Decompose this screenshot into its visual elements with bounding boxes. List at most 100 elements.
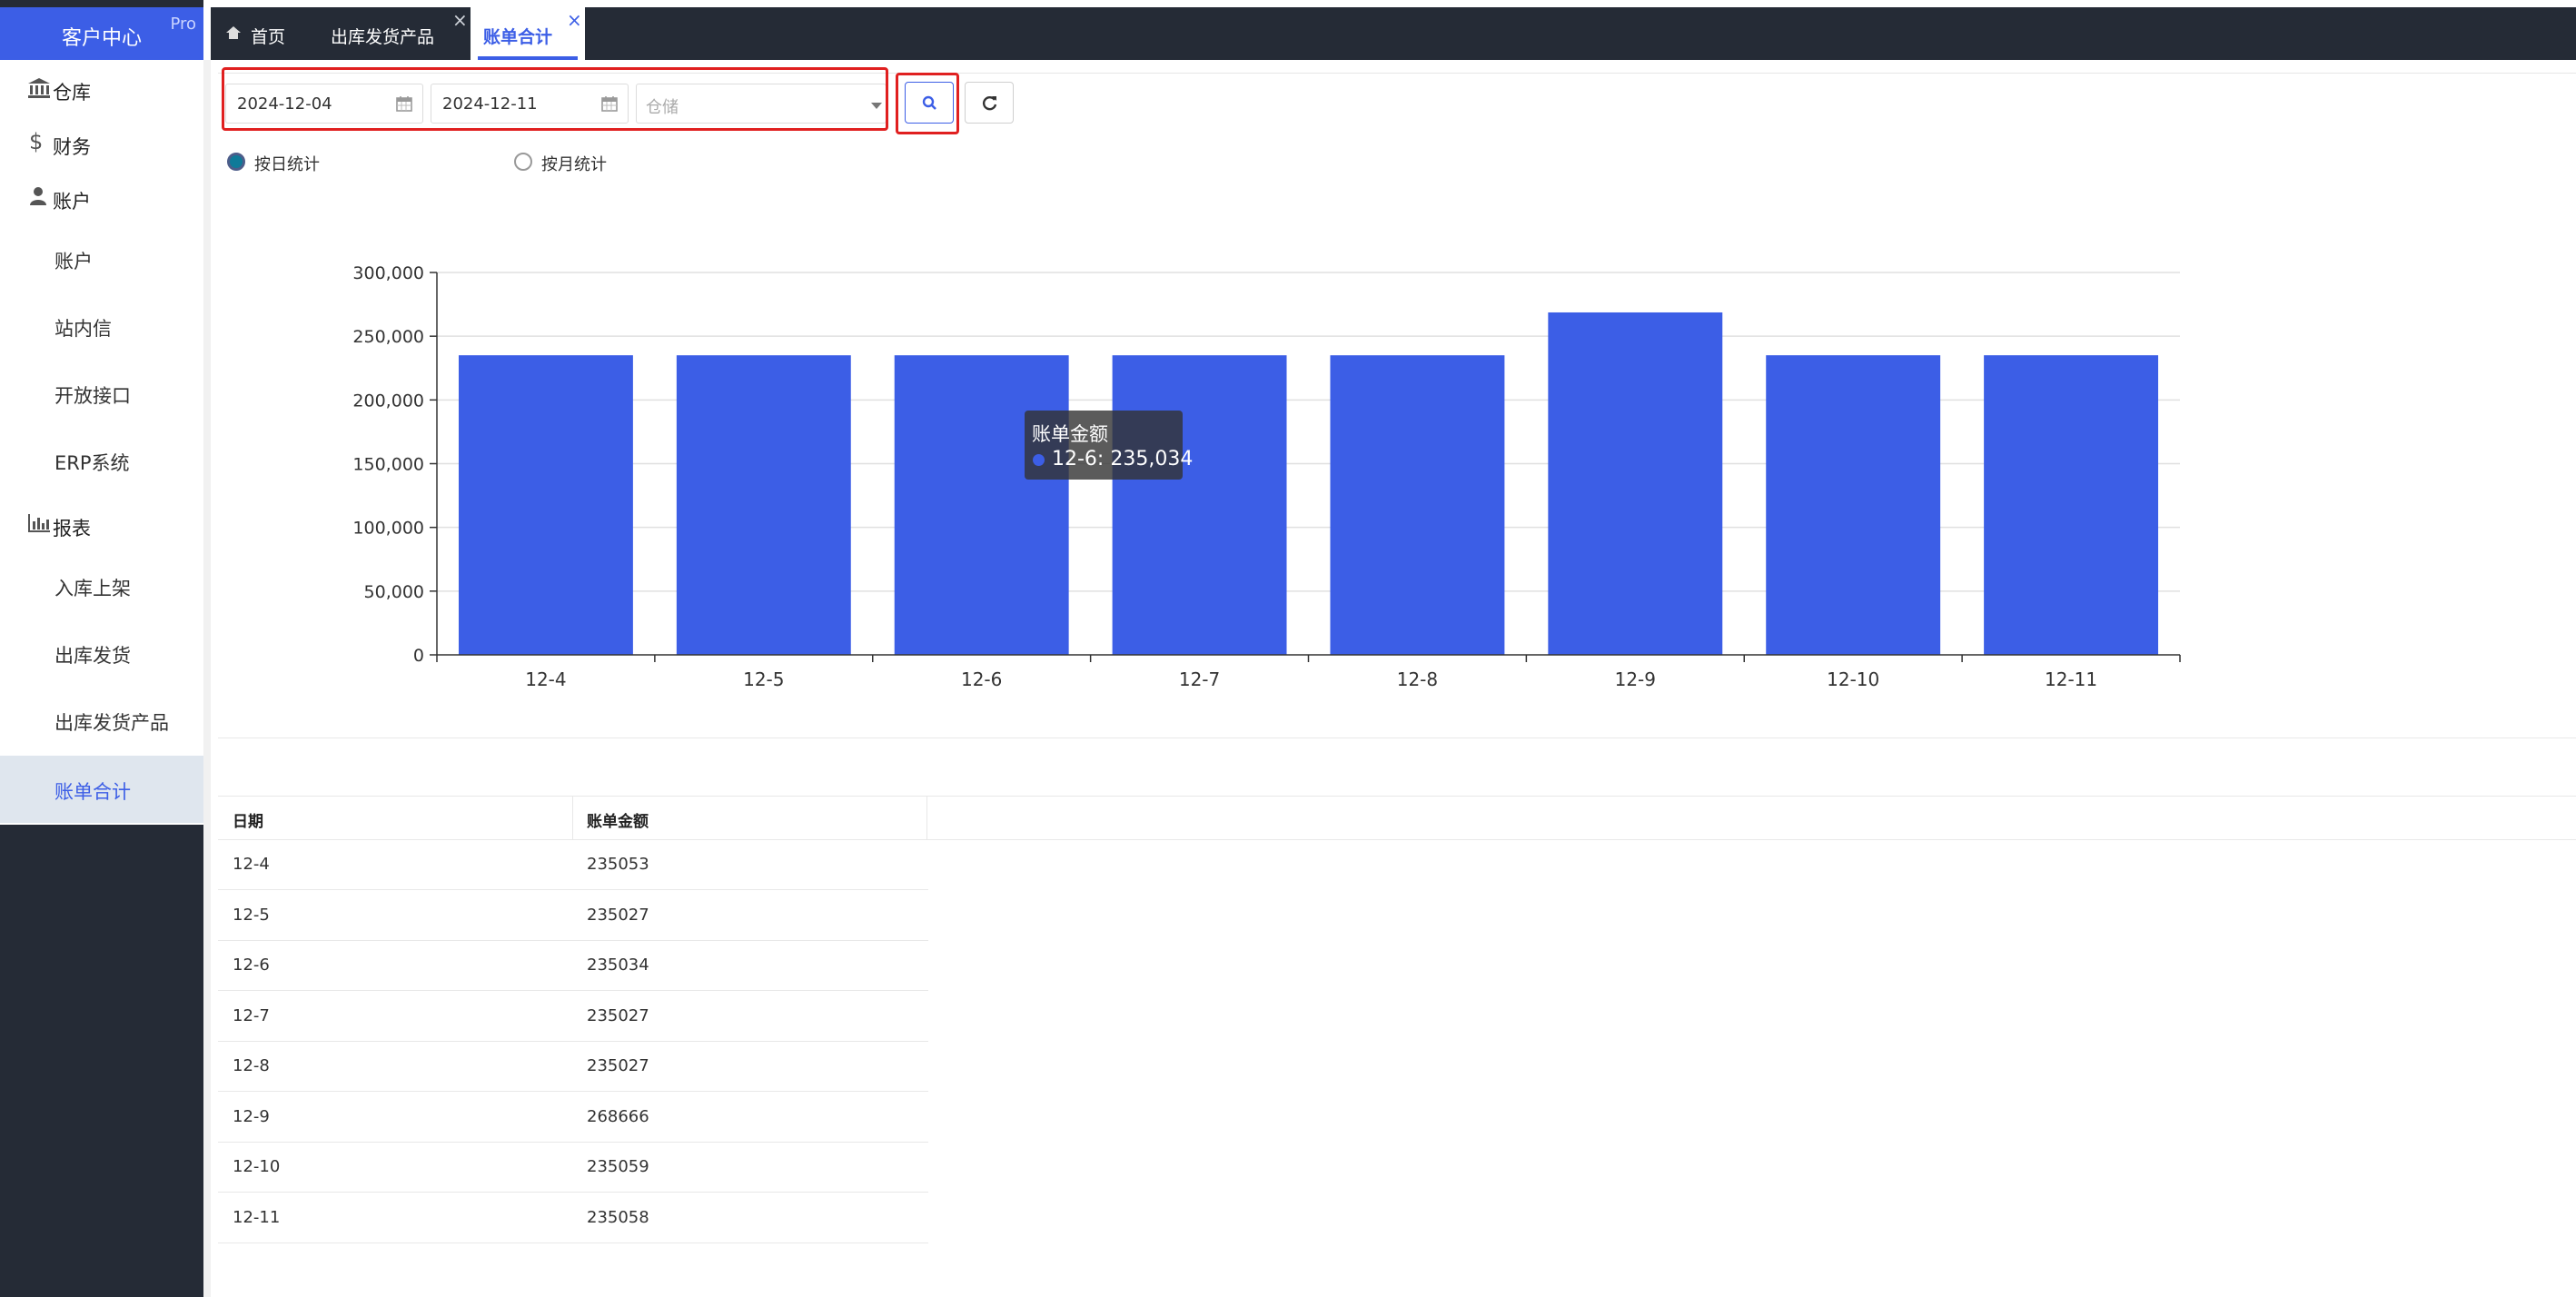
table-row[interactable]: 12-10 235059	[218, 1142, 928, 1193]
x-tick-label: 12-4	[525, 668, 566, 690]
search-highlight-box	[896, 73, 959, 134]
close-icon[interactable]: ×	[567, 9, 582, 31]
table-header-amount[interactable]: 账单金额	[572, 796, 926, 839]
sidebar-item-label: 出库发货产品	[54, 712, 169, 734]
cell-amount: 235053	[587, 855, 649, 874]
sidebar: 客户中心 Pro 仓库 $ 财务 账户 账户 站内信 开放接口 ERP系统 报表…	[0, 0, 203, 1297]
sidebar-item-open-api[interactable]: 开放接口	[0, 360, 203, 427]
filter-highlight-box	[222, 67, 888, 131]
table-row[interactable]: 12-5 235027	[218, 890, 928, 941]
tab-label: 首页	[251, 27, 286, 47]
cell-amount: 268666	[587, 1106, 649, 1126]
app-logo[interactable]: 客户中心 Pro	[0, 7, 203, 60]
bar	[1984, 355, 2159, 655]
table-row[interactable]: 12-7 235027	[218, 991, 928, 1042]
radio-label: 按日统计	[254, 155, 320, 174]
y-tick-label: 50,000	[364, 582, 424, 602]
cell-amount: 235027	[587, 905, 649, 925]
sidebar-item-erp[interactable]: ERP系统	[0, 427, 203, 494]
sidebar-item-messages[interactable]: 站内信	[0, 292, 203, 360]
sidebar-group-warehouse[interactable]: 仓库	[0, 64, 203, 114]
table-row[interactable]: 12-9 268666	[218, 1092, 928, 1143]
sidebar-item-inbound[interactable]: 入库上架	[0, 552, 203, 619]
bar	[1330, 355, 1505, 655]
sidebar-item-outbound[interactable]: 出库发货	[0, 619, 203, 687]
cell-date: 12-7	[233, 1005, 270, 1025]
sidebar-item-account[interactable]: 账户	[0, 225, 203, 292]
cell-date: 12-9	[233, 1106, 270, 1126]
close-icon[interactable]: ×	[452, 9, 468, 31]
radio-dot	[514, 153, 532, 171]
sidebar-item-label: 站内信	[54, 318, 112, 340]
sidebar-item-outbound-products[interactable]: 出库发货产品	[0, 687, 203, 754]
user-icon	[30, 187, 46, 205]
refresh-icon	[982, 95, 997, 111]
sidebar-item-label: 账户	[54, 251, 93, 272]
series-dot	[1033, 454, 1045, 466]
radio-daily[interactable]: 按日统计	[227, 151, 409, 176]
sidebar-group-label: 财务	[53, 136, 91, 158]
sidebar-group-label: 账户	[53, 191, 91, 213]
active-tab-indicator	[478, 56, 578, 60]
cell-date: 12-11	[233, 1207, 281, 1227]
x-tick-label: 12-6	[961, 668, 1002, 690]
y-tick-label: 250,000	[352, 327, 424, 347]
y-tick-label: 150,000	[352, 455, 424, 475]
table-row[interactable]: 12-11 235058	[218, 1193, 928, 1243]
radio-dot	[227, 153, 245, 171]
header-label: 日期	[233, 813, 263, 831]
pro-badge: Pro	[170, 15, 196, 34]
sidebar-item-label: 出库发货	[54, 645, 131, 667]
radio-monthly[interactable]: 按月统计	[514, 151, 696, 176]
sidebar-item-label: 账单合计	[54, 781, 131, 803]
tooltip-value: 12-6: 235,034	[1052, 448, 1194, 470]
sidebar-scrollbar[interactable]	[203, 60, 211, 1297]
cell-date: 12-10	[233, 1157, 281, 1176]
cell-date: 12-5	[233, 905, 270, 925]
tab-home[interactable]: 首页	[223, 7, 323, 60]
x-tick-label: 12-7	[1179, 668, 1220, 690]
refresh-button[interactable]	[965, 82, 1014, 124]
chart-tooltip: 账单金额 12-6: 235,034	[1025, 411, 1193, 480]
x-tick-label: 12-5	[743, 668, 784, 690]
table-row[interactable]: 12-8 235027	[218, 1041, 928, 1092]
sidebar-group-reports[interactable]: 报表	[0, 500, 203, 550]
sidebar-item-bill-total[interactable]: 账单合计	[0, 756, 203, 823]
sidebar-group-finance[interactable]: $ 财务	[0, 118, 203, 169]
sidebar-item-label: ERP系统	[54, 452, 130, 474]
x-tick-label: 12-10	[1827, 668, 1879, 690]
bill-amount-bar-chart: 0 50,000 100,000 150,000 200,000 250,000 300,0…	[352, 263, 2181, 690]
x-tick-label: 12-11	[2045, 668, 2097, 690]
tab-bill-total[interactable]: 账单合计 ×	[471, 7, 585, 60]
sidebar-group-label: 仓库	[53, 82, 91, 104]
table-row[interactable]: 12-6 235034	[218, 940, 928, 991]
y-tick-label: 200,000	[352, 391, 424, 411]
radio-label: 按月统计	[541, 155, 607, 174]
x-tick-label: 12-8	[1397, 668, 1438, 690]
home-icon	[226, 26, 241, 39]
cell-date: 12-4	[233, 855, 270, 874]
tab-outbound-products[interactable]: 出库发货产品 ×	[323, 7, 471, 60]
x-tick-label: 12-9	[1615, 668, 1656, 690]
tab-label: 出库发货产品	[331, 27, 435, 47]
dollar-icon: $	[29, 129, 44, 154]
bank-icon	[28, 78, 50, 98]
cell-amount: 235027	[587, 1005, 649, 1025]
table-header-border	[218, 839, 2576, 840]
header-label: 账单金额	[587, 813, 649, 831]
bar	[1766, 355, 1941, 655]
sidebar-menu: 仓库 $ 财务 账户 账户 站内信 开放接口 ERP系统 报表 入库上架 出库发…	[0, 60, 203, 825]
table-row[interactable]: 12-4 235053	[218, 839, 928, 890]
bar-chart-icon	[28, 514, 50, 532]
cell-amount: 235027	[587, 1056, 649, 1075]
bar	[676, 355, 851, 655]
sidebar-group-label: 报表	[53, 518, 91, 540]
cell-amount: 235058	[587, 1207, 649, 1227]
sidebar-item-label: 入库上架	[54, 578, 131, 599]
y-tick-label: 100,000	[352, 519, 424, 539]
sidebar-group-account[interactable]: 账户	[0, 173, 203, 223]
bar	[458, 355, 633, 655]
tab-bar: 首页 出库发货产品 × 账单合计 ×	[211, 7, 2576, 60]
cell-amount: 235059	[587, 1157, 649, 1176]
table-header-date[interactable]: 日期	[218, 796, 572, 839]
